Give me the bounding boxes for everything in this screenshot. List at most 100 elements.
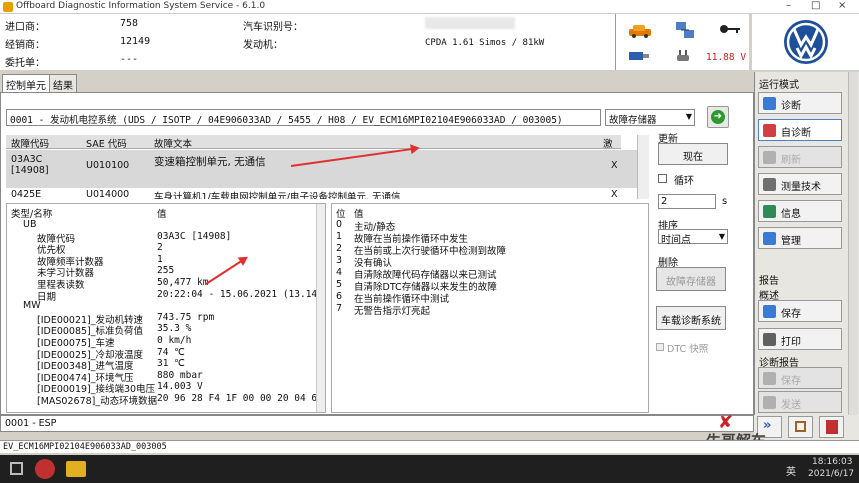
loop-checkbox[interactable] <box>658 174 667 183</box>
sort-select[interactable]: 时间点 ▼ <box>658 229 728 246</box>
sidebar-button-label: 保存 <box>781 376 801 387</box>
table-row[interactable]: 03A3C [14908] U010100 变速箱控制单元, 无通信 X <box>6 150 637 188</box>
sidebar-button[interactable]: 自诊断 <box>758 119 842 141</box>
clock-time: 18:16:03 <box>812 457 853 467</box>
position-table: 位 值 0 主动/静态 1 故障在当前操作循环中发生 2 在当前或上次行驶循环中检测到故障… <box>331 203 649 413</box>
sidebar-button-label: 信息 <box>781 209 801 220</box>
chevron-down-icon: ▼ <box>685 112 692 121</box>
detail-scrollbar[interactable] <box>316 204 325 412</box>
sidebar-button[interactable]: 保存 <box>758 367 842 389</box>
windows-start-icon[interactable] <box>10 462 23 475</box>
position-row[interactable]: 4 自清除故障代码存储器以来已测试 <box>332 267 648 281</box>
detail-row[interactable]: 故障频率计数器 1 <box>7 253 325 268</box>
sidebar-button[interactable]: 发送 <box>758 391 842 413</box>
position-index: 2 <box>336 243 343 254</box>
onboard-diag-button[interactable]: 车载诊断系统 <box>656 306 726 330</box>
detail-value: 74 ℃ <box>157 346 185 358</box>
position-row[interactable]: 1 故障在当前操作循环中发生 <box>332 231 648 245</box>
odis-taskbar-icon[interactable] <box>66 461 86 477</box>
dtc-label: DTC 快照 <box>667 344 709 355</box>
detail-row[interactable]: [IDE00348]_进气温度 31 ℃ <box>7 358 325 372</box>
memory-select[interactable]: 故障存储器 ▼ <box>605 109 695 126</box>
tab-results[interactable]: 结果 <box>49 74 77 92</box>
detail-value: 2 <box>157 242 163 254</box>
sidebar: 运行模式 诊断 自诊断 刷新 测量技术 信息 管理 报告 概述 保存 打印 诊断报告 保存发… <box>754 72 859 415</box>
table-row[interactable]: 0425E U014000 车身计算机1/车载电网控制单元/电子设备控制单元, … <box>6 189 637 199</box>
sidebar-button[interactable]: 测量技术 <box>758 173 842 195</box>
close-window-button[interactable]: × <box>838 0 846 11</box>
detail-row[interactable]: 里程表读数 50,477 km <box>7 277 325 291</box>
position-row[interactable]: 5 自清除DTC存储器以来发生的故障 <box>332 279 648 293</box>
report-header: 报告 <box>759 276 779 287</box>
position-index: 5 <box>336 279 343 290</box>
esp-line[interactable]: 0001 - ESP <box>0 415 754 432</box>
position-row[interactable]: 7 无警告指示灯亮起 <box>332 303 648 317</box>
detail-table: 类型/名称 值 UB 故障代码 03A3C [14908] 优先权 2 故障频率计数器 1 未… <box>6 203 326 413</box>
dealer-label: 经销商： <box>5 40 45 51</box>
col-value: 值 <box>157 209 167 220</box>
tab-control-units[interactable]: 控制单元 <box>2 74 50 92</box>
detail-value: 50,477 km <box>157 277 209 288</box>
tool-button[interactable] <box>788 416 813 438</box>
detail-row[interactable]: 故障代码 03A3C [14908] <box>7 230 325 245</box>
loop-label: 循环 <box>674 176 694 187</box>
detail-row[interactable]: [IDE00025]_冷却液温度 74 ℃ <box>7 346 325 361</box>
sidebar-scrollbar[interactable] <box>848 72 858 415</box>
client-label: 委托单： <box>5 58 45 69</box>
detail-row[interactable]: [IDE00075]_车速 0 km/h <box>7 335 325 349</box>
sidebar-button[interactable]: 刷新 <box>758 146 842 168</box>
engine-label: 发动机： <box>243 40 283 51</box>
detail-value: 03A3C [14908] <box>157 230 232 242</box>
dtc-checkbox[interactable] <box>656 343 664 351</box>
frame-icon <box>795 421 806 432</box>
maximize-button[interactable]: □ <box>811 0 820 11</box>
detail-row[interactable]: [IDE00085]_标准负荷值 35.3 % <box>7 323 325 337</box>
detail-value: 14.003 V <box>157 381 203 393</box>
detail-value: 35.3 % <box>157 323 192 335</box>
detail-row[interactable]: [MAS02678]_动态环境数据 20 96 28 F4 1F 00 00 20… <box>7 393 325 407</box>
sidebar-button[interactable]: 诊断 <box>758 92 842 114</box>
position-row[interactable]: 2 在当前或上次行驶循环中检测到故障 <box>332 243 648 257</box>
col-pos: 位 <box>336 209 346 220</box>
ime-indicator[interactable]: 英 <box>786 463 796 478</box>
sidebar-button[interactable]: 信息 <box>758 200 842 222</box>
detail-row[interactable]: UB <box>7 219 325 230</box>
fault-code: 0425E <box>11 189 42 199</box>
go-button[interactable]: ➜ <box>707 106 729 128</box>
delete-memory-button[interactable]: 故障存储器 <box>656 267 726 291</box>
loop-input[interactable]: 2 <box>658 194 716 209</box>
chevron-down-icon: ▼ <box>718 232 725 241</box>
detail-row[interactable]: 未学习计数器 255 <box>7 265 325 279</box>
detail-value: 1 <box>157 253 163 265</box>
detail-row[interactable]: [IDE00021]_发动机转速 743.75 rpm <box>7 312 325 326</box>
detail-row[interactable]: 优先权 2 <box>7 242 325 256</box>
detail-row[interactable]: [IDE00474]_环境气压 880 mbar <box>7 370 325 384</box>
key-icon <box>720 25 740 33</box>
exit-button[interactable] <box>819 416 844 438</box>
position-index: 1 <box>336 231 343 242</box>
sidebar-button-label: 诊断 <box>781 101 801 112</box>
active-flag: X <box>611 160 618 171</box>
detail-row[interactable]: 日期 20:22:04 - 15.06.2021 (13.14.2 <box>7 289 325 303</box>
position-row[interactable]: 3 没有确认 <box>332 255 648 269</box>
battery-voltage: 11.88 V <box>706 52 747 63</box>
position-row[interactable]: 0 主动/静态 <box>332 219 648 233</box>
position-header: 位 值 <box>332 206 648 220</box>
now-button[interactable]: 现在 <box>658 143 728 165</box>
main-panel: 0001 - 发动机电控系统 (UDS / ISOTP / 04E906033A… <box>0 92 754 415</box>
sidebar-button[interactable]: 保存 <box>758 300 842 322</box>
detail-row[interactable]: MW <box>7 300 325 311</box>
fault-scrollbar[interactable] <box>637 135 649 199</box>
sidebar-button[interactable]: 管理 <box>758 227 842 249</box>
vw-logo-icon <box>784 20 828 64</box>
position-row[interactable]: 6 在当前操作循环中测试 <box>332 291 648 305</box>
app-taskbar-icon[interactable] <box>35 459 55 479</box>
ecu-line: 0001 - 发动机电控系统 (UDS / ISOTP / 04E906033A… <box>6 109 601 126</box>
minimize-button[interactable]: – <box>786 0 791 11</box>
fault-table-header: 故障代码 SAE 代码 故障文本 激活 <box>6 135 621 164</box>
detail-name: MW <box>23 300 41 312</box>
sidebar-button[interactable]: 打印 <box>758 328 842 350</box>
power-plug-icon <box>677 50 689 61</box>
detail-row[interactable]: [IDE00019]_接线端30电压 14.003 V <box>7 381 325 395</box>
bottom-toolbar: » <box>754 415 859 440</box>
